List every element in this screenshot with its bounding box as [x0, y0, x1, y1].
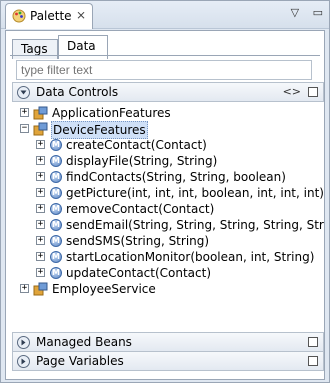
method-label: findContacts(String, String, boolean) [66, 170, 286, 184]
view-menu-icon[interactable]: ▽ [291, 6, 299, 19]
package-icon [33, 122, 48, 136]
method-icon: M [50, 235, 62, 247]
method-label: removeContact(Contact) [66, 202, 215, 216]
collapse-section-icon [17, 86, 30, 99]
tree-node-label: ApplicationFeatures [52, 106, 171, 120]
palette-view-title: Palette [30, 9, 72, 23]
link-with-editor-icon[interactable]: <> [283, 85, 301, 98]
palette-view: Palette ⨯ ▽ ▭ Tags Data Data Controls <> [0, 0, 330, 383]
method-label: updateContact(Contact) [66, 266, 212, 280]
filter-input[interactable] [16, 60, 312, 80]
expand-icon[interactable]: + [36, 236, 45, 245]
method-icon: M [50, 203, 62, 215]
maximize-section-icon[interactable] [308, 337, 318, 347]
expand-icon[interactable]: + [36, 140, 45, 149]
maximize-section-icon[interactable] [308, 356, 318, 366]
palette-content: Tags Data Data Controls <> + Applic [5, 30, 325, 380]
method-icon: M [50, 267, 62, 279]
method-label: displayFile(String, String) [66, 154, 218, 168]
tab-tags[interactable]: Tags [12, 39, 58, 59]
tree-node-label: EmployeeService [52, 282, 156, 296]
method-label: sendSMS(String, String) [66, 234, 210, 248]
palette-view-tab[interactable]: Palette ⨯ [5, 3, 93, 29]
palette-icon [12, 9, 26, 23]
expand-icon[interactable]: + [36, 268, 45, 277]
package-icon [33, 282, 48, 296]
expand-icon[interactable]: + [20, 284, 29, 293]
expand-icon[interactable]: + [36, 188, 45, 197]
data-controls-tree: + ApplicationFeatures − DeviceFeatures + [12, 103, 324, 331]
expand-section-icon [17, 355, 30, 368]
method-icon: M [50, 139, 62, 151]
collapse-icon[interactable]: − [20, 124, 29, 133]
expand-icon[interactable]: + [36, 220, 45, 229]
method-icon: M [50, 171, 62, 183]
data-controls-header[interactable]: Data Controls <> [12, 82, 324, 102]
data-controls-label: Data Controls [36, 85, 119, 99]
page-variables-header[interactable]: Page Variables [12, 351, 324, 371]
view-tab-bar: Palette ⨯ ▽ ▭ [1, 1, 329, 29]
managed-beans-header[interactable]: Managed Beans [12, 332, 324, 352]
package-icon [33, 106, 48, 120]
method-icon: M [50, 251, 62, 263]
method-icon: M [50, 219, 62, 231]
expand-icon[interactable]: + [36, 252, 45, 261]
method-icon: M [50, 187, 62, 199]
view-toolbar: ▽ ▭ [281, 6, 323, 19]
page-variables-label: Page Variables [36, 354, 124, 368]
method-label: getPicture(int, int, int, boolean, int, … [66, 186, 324, 200]
tab-divider [10, 55, 320, 56]
expand-icon[interactable]: + [36, 204, 45, 213]
maximize-section-icon[interactable] [308, 87, 318, 97]
minimize-icon[interactable]: ▭ [313, 6, 323, 19]
method-label: sendEmail(String, String, String, String… [66, 218, 324, 232]
method-icon: M [50, 155, 62, 167]
expand-icon[interactable]: + [36, 156, 45, 165]
managed-beans-label: Managed Beans [36, 335, 132, 349]
expand-icon[interactable]: + [20, 108, 29, 117]
close-icon[interactable]: ⨯ [76, 8, 86, 22]
expand-icon[interactable]: + [36, 172, 45, 181]
method-label: startLocationMonitor(boolean, int, Strin… [66, 250, 315, 264]
method-label: createContact(Contact) [66, 138, 207, 152]
expand-section-icon [17, 336, 30, 349]
